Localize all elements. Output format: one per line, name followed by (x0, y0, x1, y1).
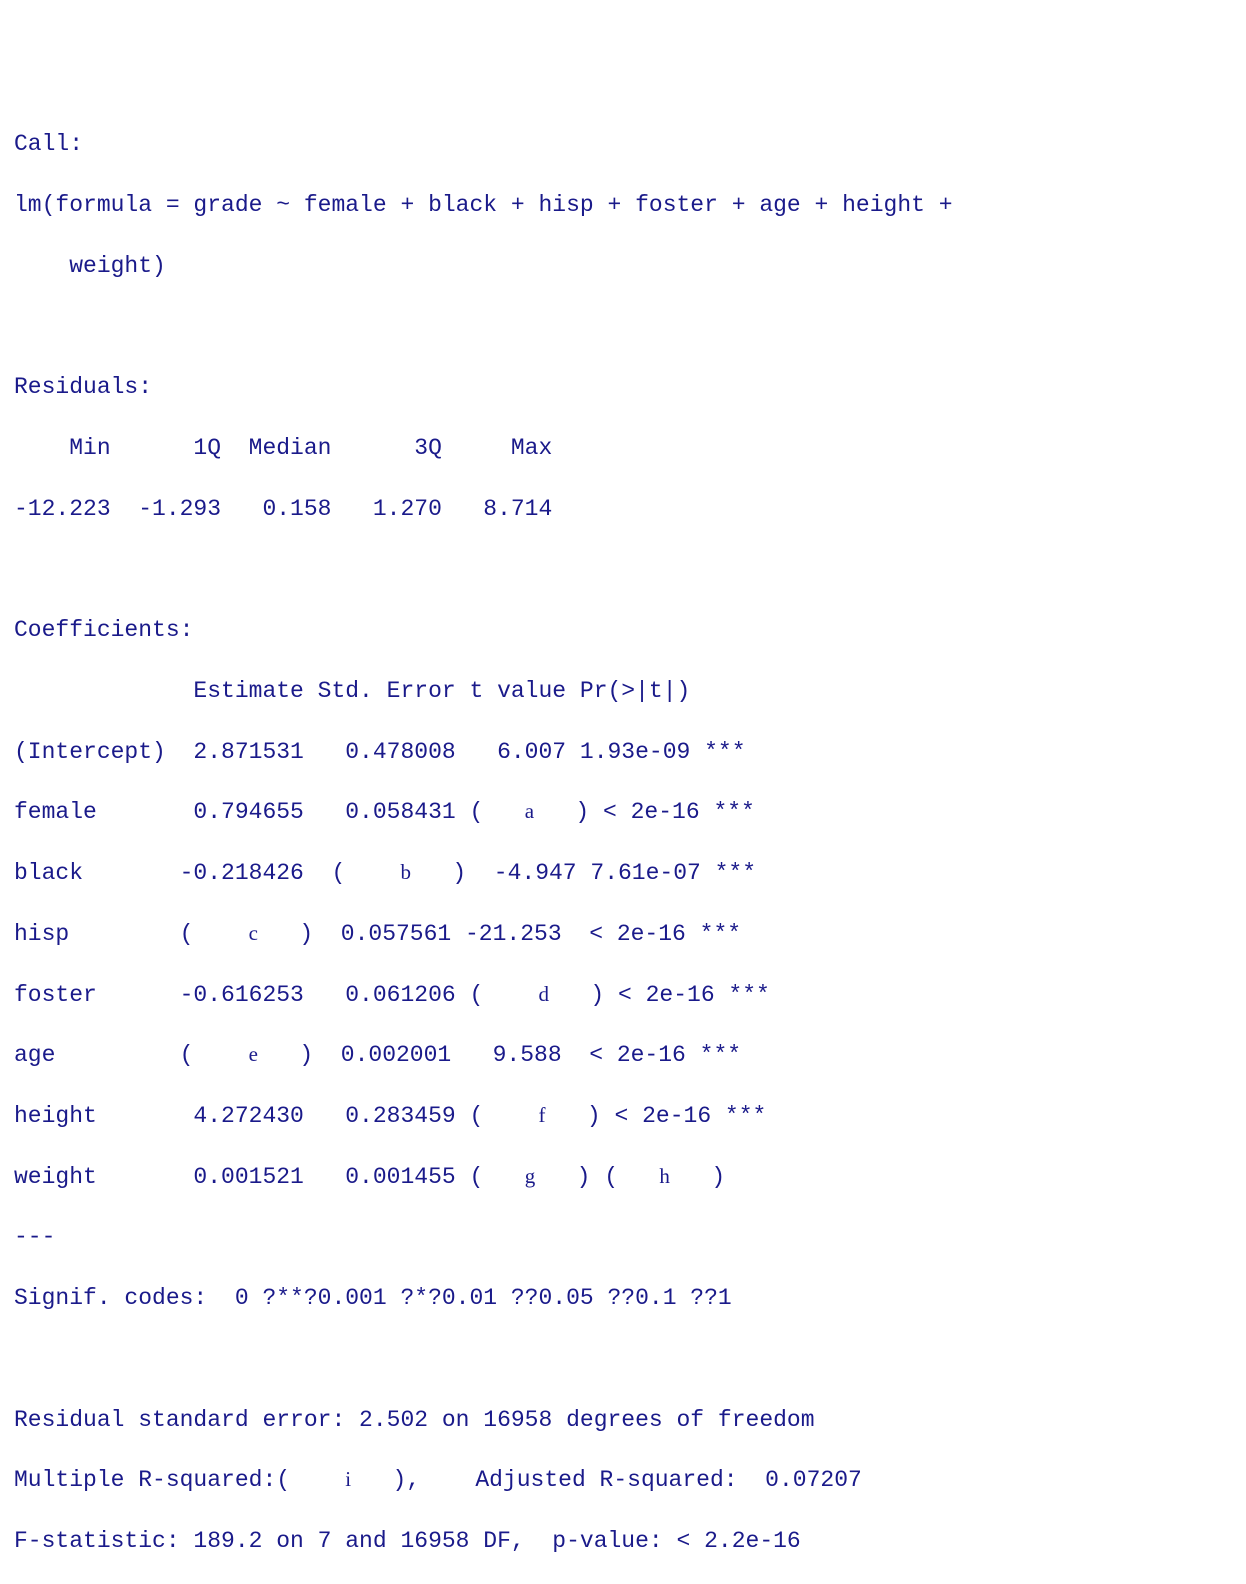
blank-line (14, 1344, 1232, 1374)
cell-text: ), Adjusted R-squared: 0.07207 (351, 1467, 862, 1493)
coef-row-height: height 4.272430 0.283459 ( f ) < 2e-16 *… (14, 1101, 1232, 1131)
cell-text: ) < 2e-16 *** (549, 982, 770, 1008)
residuals-values: -12.223 -1.293 0.158 1.270 8.714 (14, 494, 1232, 524)
cell-text: ) -4.947 7.61e-07 *** (411, 860, 756, 886)
cell-text: ) (670, 1164, 725, 1190)
coef-row-female: female 0.794655 0.058431 ( a ) < 2e-16 *… (14, 797, 1232, 827)
placeholder-g: g (525, 1164, 536, 1188)
placeholder-a: a (525, 799, 534, 823)
residuals-header: Min 1Q Median 3Q Max (14, 433, 1232, 463)
cell-text: ) < 2e-16 *** (534, 799, 755, 825)
cell-text: female 0.794655 0.058431 ( (14, 799, 525, 825)
residual-se-line: Residual standard error: 2.502 on 16958 … (14, 1405, 1232, 1435)
cell-text: black -0.218426 ( (14, 860, 400, 886)
placeholder-d: d (539, 982, 550, 1006)
cell-text: hisp ( (14, 921, 249, 947)
placeholder-e: e (249, 1042, 258, 1066)
blank-line (14, 554, 1232, 584)
cell-text: ) < 2e-16 *** (546, 1103, 767, 1129)
placeholder-h: h (659, 1164, 670, 1188)
coef-row-hisp: hisp ( c ) 0.057561 -21.253 < 2e-16 *** (14, 919, 1232, 949)
coef-row-foster: foster -0.616253 0.061206 ( d ) < 2e-16 … (14, 980, 1232, 1010)
cell-text: ) 0.002001 9.588 < 2e-16 *** (258, 1042, 741, 1068)
placeholder-f: f (539, 1103, 546, 1127)
placeholder-c: c (249, 921, 258, 945)
call-formula-line2: weight) (14, 251, 1232, 281)
residuals-title: Residuals: (14, 372, 1232, 402)
cell-text: weight 0.001521 0.001455 ( (14, 1164, 525, 1190)
cell-text: ) 0.057561 -21.253 < 2e-16 *** (258, 921, 741, 947)
coef-separator: --- (14, 1222, 1232, 1252)
r-squared-line: Multiple R-squared:( i ), Adjusted R-squ… (14, 1465, 1232, 1495)
signif-codes-line: Signif. codes: 0 ?**?0.001 ?*?0.01 ??0.0… (14, 1283, 1232, 1313)
cell-text: height 4.272430 0.283459 ( (14, 1103, 539, 1129)
f-statistic-line: F-statistic: 189.2 on 7 and 16958 DF, p-… (14, 1526, 1232, 1556)
coefficients-title: Coefficients: (14, 615, 1232, 645)
coef-row-age: age ( e ) 0.002001 9.588 < 2e-16 *** (14, 1040, 1232, 1070)
call-formula-line1: lm(formula = grade ~ female + black + hi… (14, 190, 1232, 220)
blank-line (14, 312, 1232, 342)
coefficients-header: Estimate Std. Error t value Pr(>|t|) (14, 676, 1232, 706)
placeholder-b: b (400, 860, 411, 884)
cell-text: Multiple R-squared:( (14, 1467, 345, 1493)
cell-text: foster -0.616253 0.061206 ( (14, 982, 539, 1008)
coef-row-intercept: (Intercept) 2.871531 0.478008 6.007 1.93… (14, 737, 1232, 767)
coef-row-weight: weight 0.001521 0.001455 ( g ) ( h ) (14, 1162, 1232, 1192)
coef-row-black: black -0.218426 ( b ) -4.947 7.61e-07 **… (14, 858, 1232, 888)
call-title: Call: (14, 129, 1232, 159)
cell-text: ) ( (535, 1164, 659, 1190)
cell-text: age ( (14, 1042, 249, 1068)
